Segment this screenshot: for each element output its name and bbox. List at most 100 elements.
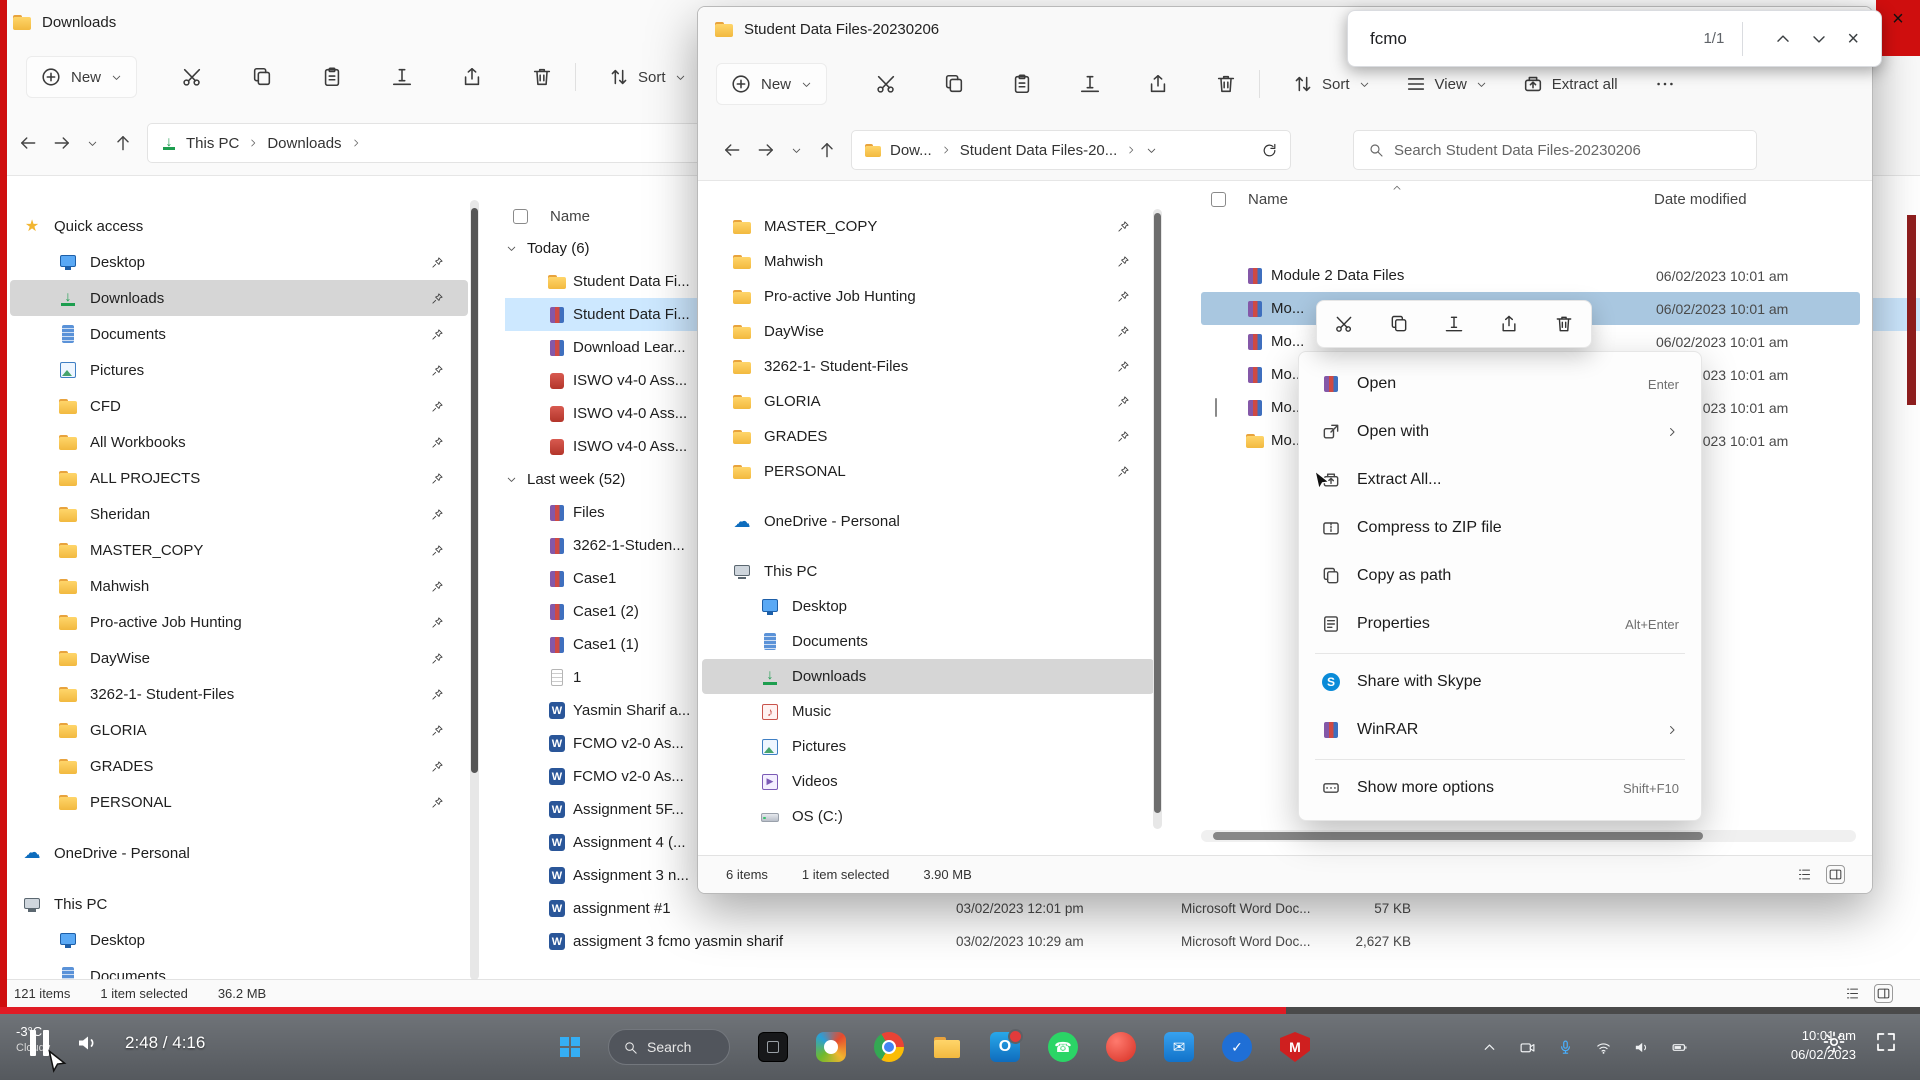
settings-gear-icon[interactable]: [1822, 1030, 1846, 1054]
toolbar-icon[interactable]: [321, 66, 343, 88]
close-icon[interactable]: ×: [1847, 29, 1859, 49]
sidebar-item[interactable]: DayWise: [10, 640, 468, 676]
toolbar-icon[interactable]: [391, 66, 413, 88]
chevron-down-icon[interactable]: [1145, 144, 1158, 157]
quick-action-icon[interactable]: [1499, 314, 1519, 334]
context-menu-item[interactable]: Compress to ZIP file: [1307, 504, 1693, 552]
sidebar-item[interactable]: GRADES: [702, 419, 1154, 454]
sidebar-item[interactable]: ALL PROJECTS: [10, 460, 468, 496]
scrollbar-thumb[interactable]: [471, 208, 478, 773]
horizontal-scrollbar[interactable]: [1201, 830, 1856, 842]
context-menu-item[interactable]: Extract All...: [1307, 456, 1693, 504]
context-menu-item[interactable]: [1315, 754, 1685, 760]
sidebar-item[interactable]: PERSONAL: [702, 454, 1154, 489]
sidebar-item[interactable]: Sheridan: [10, 496, 468, 532]
breadcrumb-item[interactable]: Dow...: [890, 142, 952, 159]
sidebar-item[interactable]: MASTER_COPY: [10, 532, 468, 568]
context-menu-item[interactable]: [1315, 648, 1685, 654]
breadcrumb-item[interactable]: Downloads: [267, 135, 361, 152]
taskbar-app-icon[interactable]: [1164, 1032, 1194, 1062]
more-options-icon[interactable]: [1654, 73, 1676, 95]
sidebar-item[interactable]: OneDrive - Personal: [702, 504, 1154, 539]
sidebar-item[interactable]: DayWise: [702, 314, 1154, 349]
video-progress-bar[interactable]: [0, 1007, 1920, 1014]
sidebar-item[interactable]: Pictures: [10, 352, 468, 388]
new-button[interactable]: New: [26, 56, 138, 98]
preview-pane-button[interactable]: [1874, 984, 1893, 1003]
up-button[interactable]: [817, 140, 837, 160]
history-chevron[interactable]: [86, 137, 99, 150]
back-button[interactable]: [18, 133, 38, 153]
file-row[interactable]: Module 2 Data Files 06/02/2023 10:01 am: [1201, 259, 1860, 292]
forward-button[interactable]: [52, 133, 72, 153]
toolbar-icon[interactable]: [1011, 73, 1033, 95]
context-menu-item[interactable]: Open with: [1307, 408, 1693, 456]
history-chevron[interactable]: [790, 144, 803, 157]
browser-close-button[interactable]: ×: [1876, 0, 1920, 56]
toolbar-icon[interactable]: [943, 73, 965, 95]
sidebar-item[interactable]: This PC: [702, 554, 1154, 589]
sidebar-scrollbar[interactable]: [1153, 209, 1162, 829]
downloads-titlebar[interactable]: Downloads: [12, 0, 116, 44]
start-button[interactable]: [560, 1037, 580, 1057]
select-all-checkbox[interactable]: [513, 208, 528, 224]
context-menu-item[interactable]: Show more options Shift+F10: [1307, 764, 1693, 812]
sidebar-item[interactable]: Documents: [702, 624, 1154, 659]
sidebar-item[interactable]: GLORIA: [10, 712, 468, 748]
sidebar-item[interactable]: CFD: [10, 388, 468, 424]
sidebar-item[interactable]: MASTER_COPY: [702, 209, 1154, 244]
video-frame[interactable]: Downloads New Sort ↓ This PC Downloads ★…: [0, 0, 1920, 1007]
find-input[interactable]: fcmo: [1370, 29, 1703, 49]
context-menu-item[interactable]: Properties Alt+Enter: [1307, 600, 1693, 648]
tray-icon[interactable]: [1595, 1039, 1612, 1056]
fullscreen-icon[interactable]: [1874, 1030, 1898, 1054]
sidebar-item[interactable]: Music: [702, 694, 1154, 729]
tray-icon[interactable]: [1481, 1039, 1498, 1056]
extract-all-button[interactable]: Extract all: [1512, 65, 1628, 103]
context-menu-item[interactable]: WinRAR: [1307, 706, 1693, 754]
sidebar-item[interactable]: GLORIA: [702, 384, 1154, 419]
row-checkbox[interactable]: [1215, 398, 1217, 417]
file-row[interactable]: assignment #1 03/02/2023 12:01 pm Micros…: [505, 892, 1920, 925]
details-view-button[interactable]: [1796, 866, 1813, 883]
sidebar-item[interactable]: Desktop: [702, 589, 1154, 624]
find-previous-button[interactable]: [1773, 29, 1793, 49]
date-column-header[interactable]: Date modified: [1654, 191, 1747, 208]
sidebar-item[interactable]: Pro-active Job Hunting: [10, 604, 468, 640]
breadcrumb-item[interactable]: Student Data Files-20...: [960, 142, 1138, 159]
tray-icon[interactable]: [1557, 1039, 1574, 1056]
sidebar-item[interactable]: Desktop: [10, 922, 468, 958]
scrollbar-thumb[interactable]: [1213, 832, 1703, 840]
sidebar-item[interactable]: Videos: [702, 764, 1154, 799]
sidebar-item[interactable]: Documents: [10, 316, 468, 352]
sidebar-item[interactable]: Downloads: [10, 280, 468, 316]
tray-icon[interactable]: [1519, 1039, 1536, 1056]
quick-action-icon[interactable]: [1444, 314, 1464, 334]
address-box[interactable]: Dow... Student Data Files-20...: [851, 130, 1291, 170]
name-column-header[interactable]: Name: [1248, 191, 1288, 208]
scrollbar-thumb[interactable]: [1154, 213, 1161, 813]
preview-pane-button[interactable]: [1826, 865, 1845, 884]
taskbar-app-icon[interactable]: [932, 1032, 962, 1062]
quick-action-icon[interactable]: [1554, 314, 1574, 334]
back-button[interactable]: [722, 140, 742, 160]
sidebar-item[interactable]: Mahwish: [702, 244, 1154, 279]
sidebar-item[interactable]: GRADES: [10, 748, 468, 784]
toolbar-icon[interactable]: [875, 73, 897, 95]
context-menu-item[interactable]: Share with Skype: [1307, 658, 1693, 706]
taskbar-app-icon[interactable]: [758, 1032, 788, 1062]
view-button[interactable]: View: [1395, 65, 1498, 103]
toolbar-icon[interactable]: [531, 66, 553, 88]
volume-icon[interactable]: [75, 1031, 99, 1055]
taskbar-app-icon[interactable]: [990, 1029, 1023, 1062]
taskbar-app-icon[interactable]: [1048, 1032, 1078, 1062]
forward-button[interactable]: [756, 140, 776, 160]
search-input[interactable]: Search Student Data Files-20230206: [1353, 130, 1757, 170]
file-row[interactable]: assigment 3 fcmo yasmin sharif 03/02/202…: [505, 925, 1920, 958]
taskbar-app-icon[interactable]: [816, 1032, 846, 1062]
toolbar-icon[interactable]: [1147, 73, 1169, 95]
sort-button[interactable]: Sort: [598, 58, 697, 96]
taskbar-app-icon[interactable]: [1106, 1032, 1136, 1062]
sidebar-item[interactable]: Quick access: [10, 208, 468, 244]
toolbar-icon[interactable]: [251, 66, 273, 88]
